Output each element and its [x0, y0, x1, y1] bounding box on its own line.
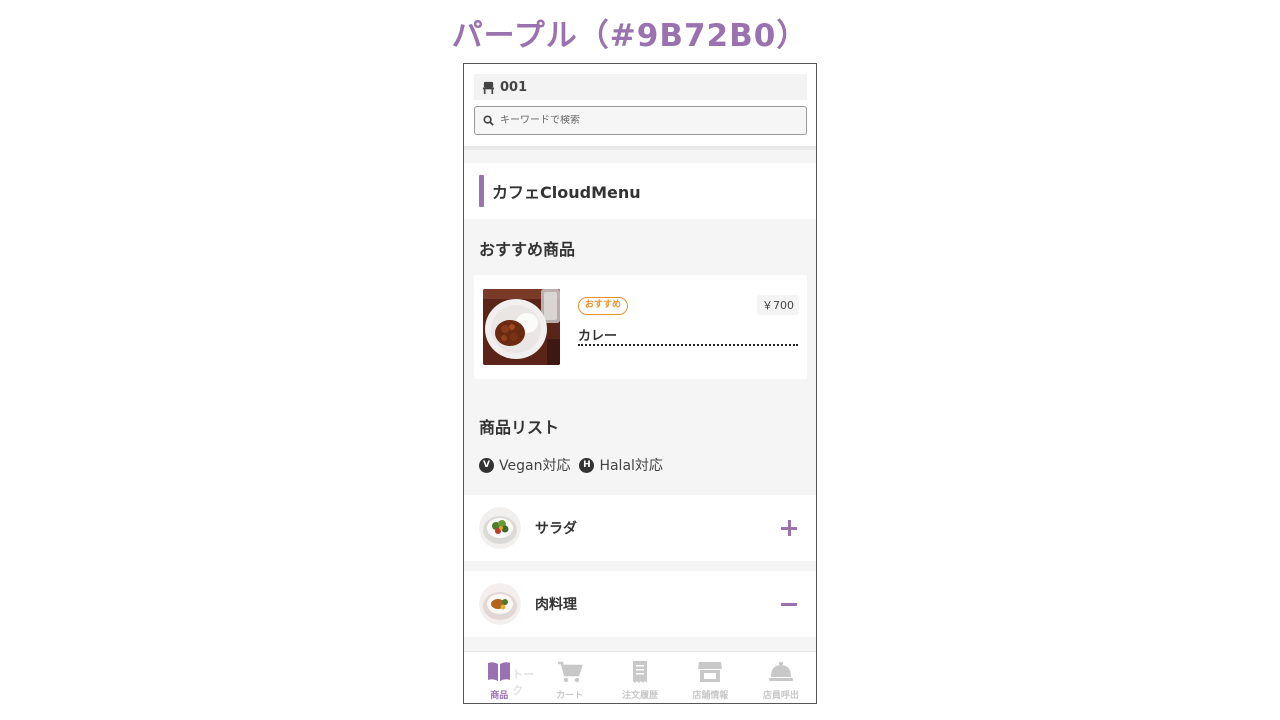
category-row-meat[interactable]: 肉料理: [464, 571, 816, 637]
diet-legend: V Vegan対応 H Halal対応: [479, 455, 672, 475]
legend-halal-label: Halal対応: [599, 458, 663, 474]
legend-vegan: V Vegan対応: [479, 455, 570, 475]
item-name: カレー: [578, 329, 618, 344]
recommended-item-card[interactable]: おすすめ ￥700 カレー: [474, 275, 807, 379]
slide-title: パープル（#9B72B0）: [451, 18, 809, 54]
cart-icon: [557, 661, 583, 683]
nav-call-staff-label: 店員呼出: [762, 691, 799, 701]
recommended-section-title: おすすめ商品: [479, 240, 576, 259]
nav-order-history[interactable]: 注文履歴: [605, 652, 675, 703]
curry-image: [483, 289, 560, 365]
plus-icon[interactable]: [779, 518, 799, 538]
item-price: ￥700: [757, 295, 799, 315]
chair-icon: [482, 81, 495, 94]
table-number: 001: [500, 79, 528, 95]
shop-header: カフェCloudMenu: [464, 163, 816, 219]
category-label: サラダ: [535, 521, 577, 537]
book-icon: [488, 662, 511, 681]
menu-content[interactable]: カフェCloudMenu おすすめ商品 おすすめ ￥700 カレー 商品リスト …: [464, 150, 816, 650]
nav-cart[interactable]: カート: [534, 652, 604, 703]
search-input[interactable]: [500, 115, 780, 126]
nav-store-info-label: 店舗情報: [692, 691, 729, 701]
dotted-divider: [578, 344, 798, 346]
nav-store-info[interactable]: 店舗情報: [675, 652, 745, 703]
vegan-mark-icon: V: [479, 457, 494, 473]
nav-cart-label: カート: [556, 691, 584, 701]
shop-header-accent-bar: [479, 175, 484, 207]
product-list-section-title: 商品リスト: [479, 418, 560, 437]
recommended-badge: おすすめ: [578, 297, 629, 315]
category-label: 肉料理: [535, 597, 577, 613]
nav-call-staff[interactable]: 店員呼出: [746, 652, 816, 703]
search-icon: [483, 115, 494, 126]
shop-name: カフェCloudMenu: [492, 183, 641, 202]
store-icon: [698, 662, 723, 682]
halal-mark-icon: H: [579, 457, 595, 473]
nav-products[interactable]: 商品 トーク: [464, 652, 534, 703]
legend-vegan-label: Vegan対応: [499, 458, 571, 474]
legend-halal: H Halal対応: [579, 455, 663, 475]
phone-frame: 001 カフェCloudMenu おすすめ商品: [463, 63, 817, 704]
bell-icon: [768, 662, 793, 681]
meat-dish-image: [479, 583, 521, 625]
minus-icon[interactable]: [779, 594, 799, 614]
top-bar: 001: [464, 64, 816, 146]
category-row-salad[interactable]: サラダ: [464, 495, 816, 561]
bottom-navigation: 商品 トーク カート 注文履歴 店舗情報 店員呼出: [464, 651, 816, 703]
receipt-icon: [633, 661, 648, 683]
nav-order-history-label: 注文履歴: [622, 691, 659, 701]
search-box[interactable]: [474, 106, 807, 135]
table-number-bar: 001: [474, 74, 807, 100]
nav-products-label: 商品: [490, 691, 509, 701]
overlay-text: トーク: [512, 668, 534, 697]
salad-image: [479, 507, 521, 549]
